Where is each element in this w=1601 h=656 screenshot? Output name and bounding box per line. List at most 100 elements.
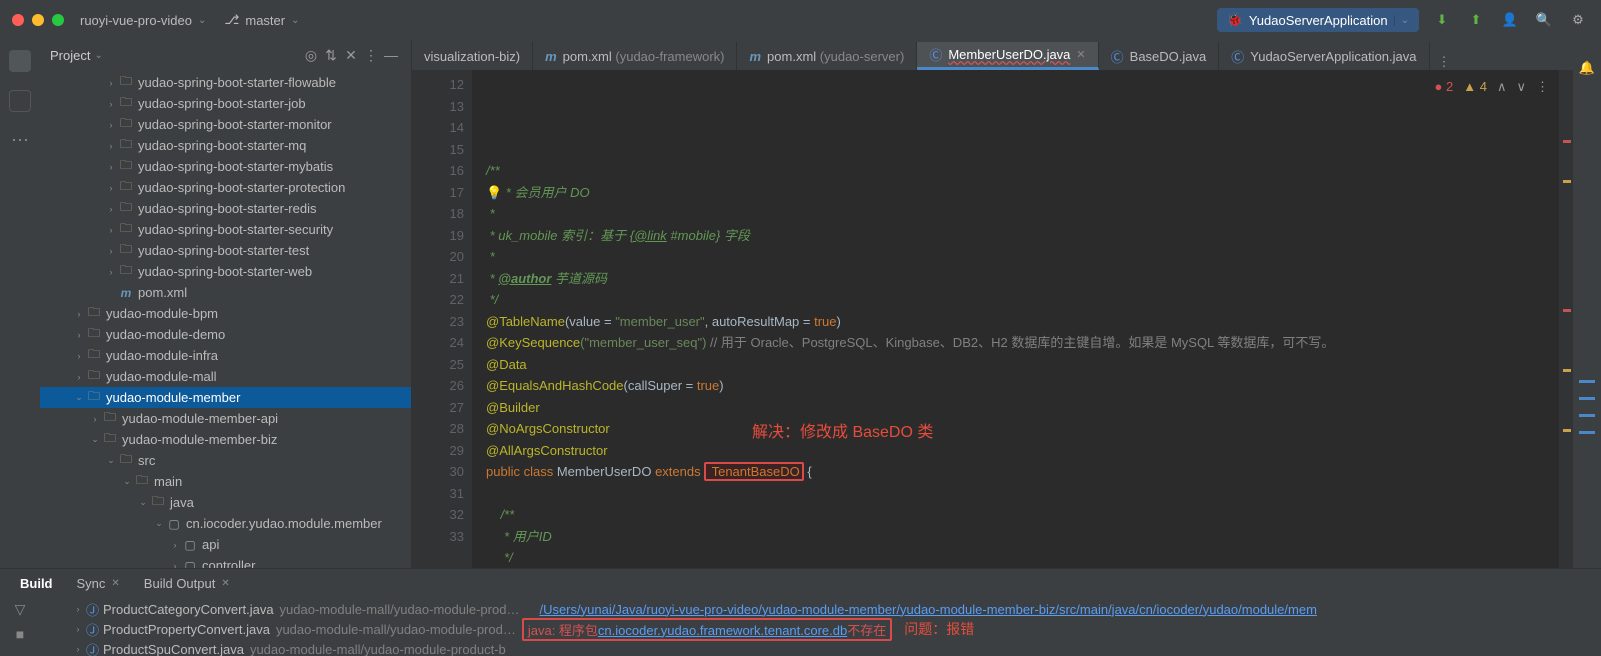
build-icon[interactable]: ⬆ [1465, 9, 1487, 31]
tree-twisty[interactable]: › [72, 309, 86, 319]
close-window-icon[interactable] [12, 14, 24, 26]
tree-item[interactable]: ›🗀yudao-spring-boot-starter-mq [40, 135, 411, 156]
close-icon[interactable]: ✕ [111, 578, 119, 589]
zoom-window-icon[interactable] [52, 14, 64, 26]
tree-item[interactable]: ⌄▢cn.iocoder.yudao.module.member [40, 513, 411, 534]
editor-tab[interactable]: visualization-biz) [412, 42, 533, 70]
tree-twisty[interactable]: › [70, 644, 86, 654]
tree-twisty[interactable]: › [72, 330, 86, 340]
build-tab[interactable]: Sync✕ [67, 572, 130, 595]
tree-item[interactable]: ›🗀yudao-module-demo [40, 324, 411, 345]
tree-twisty[interactable]: › [104, 183, 118, 193]
tree-item[interactable]: ⌄🗀src [40, 450, 411, 471]
expand-icon[interactable]: ⇅ [321, 47, 341, 64]
error-token[interactable]: TenantBaseDO [704, 462, 804, 481]
settings-icon[interactable]: ⚙ [1567, 9, 1589, 31]
error-stripe[interactable] [1559, 70, 1573, 568]
more-tabs-icon[interactable]: ⋮ [1430, 54, 1459, 70]
tree-twisty[interactable]: ⌄ [104, 455, 118, 466]
notifications-icon[interactable]: 🔔 [1579, 60, 1595, 76]
editor-tab[interactable]: ⒸYudaoServerApplication.java [1219, 42, 1429, 70]
tree-item[interactable]: ⌄🗀main [40, 471, 411, 492]
tree-twisty[interactable]: › [104, 78, 118, 88]
tree-twisty[interactable]: › [70, 624, 86, 634]
more-tools-icon[interactable]: ⋯ [11, 130, 29, 151]
build-row[interactable]: ›ⒿProductCategoryConvert.javayudao-modul… [40, 599, 1601, 619]
tree-twisty[interactable]: › [104, 246, 118, 256]
tree-item[interactable]: ›🗀yudao-spring-boot-starter-web [40, 261, 411, 282]
tree-item[interactable]: ⌄🗀yudao-module-member-biz [40, 429, 411, 450]
structure-tool-button[interactable] [9, 90, 31, 112]
tree-twisty[interactable]: › [168, 561, 182, 569]
tree-twisty[interactable]: ⌄ [120, 476, 134, 487]
tree-twisty[interactable]: ⌄ [72, 392, 86, 403]
project-tree[interactable]: ›🗀yudao-spring-boot-starter-flowable›🗀yu… [40, 70, 411, 568]
tree-twisty[interactable]: ⌄ [152, 518, 166, 529]
chevron-down-icon[interactable]: ⌄ [94, 50, 102, 61]
tree-item[interactable]: ›🗀yudao-spring-boot-starter-mybatis [40, 156, 411, 177]
build-output[interactable]: ›ⒿProductCategoryConvert.javayudao-modul… [40, 597, 1601, 656]
code-with-me-icon[interactable]: 👤 [1499, 9, 1521, 31]
build-tab[interactable]: Build [10, 572, 63, 595]
select-opened-icon[interactable]: ◎ [301, 47, 321, 64]
editor-tab[interactable]: ⒸBaseDO.java [1099, 42, 1220, 70]
build-tab[interactable]: Build Output✕ [134, 572, 240, 595]
tree-item[interactable]: ›🗀yudao-spring-boot-starter-redis [40, 198, 411, 219]
error-link[interactable]: /Users/yunai/Java/ruoyi-vue-pro-video/yu… [539, 602, 1316, 617]
tree-twisty[interactable]: › [70, 604, 86, 614]
tree-item[interactable]: ›🗀yudao-spring-boot-starter-flowable [40, 72, 411, 93]
tree-item[interactable]: ›🗀yudao-spring-boot-starter-monitor [40, 114, 411, 135]
tree-item[interactable]: ›🗀yudao-spring-boot-starter-job [40, 93, 411, 114]
tree-item[interactable]: ›🗀yudao-spring-boot-starter-test [40, 240, 411, 261]
tree-item[interactable]: mpom.xml [40, 282, 411, 303]
tree-item[interactable]: ›🗀yudao-module-bpm [40, 303, 411, 324]
close-tab-icon[interactable]: ✕ [1076, 48, 1085, 61]
tree-item[interactable]: ⌄🗀yudao-module-member [40, 387, 411, 408]
minimize-window-icon[interactable] [32, 14, 44, 26]
search-icon[interactable]: 🔍 [1533, 9, 1555, 31]
build-row[interactable]: ›ⒿProductPropertyConvert.javayudao-modul… [40, 619, 1601, 639]
collapse-icon[interactable]: ✕ [341, 47, 361, 64]
prev-highlight-icon[interactable]: ∧ [1497, 76, 1507, 98]
tree-twisty[interactable]: › [104, 141, 118, 151]
tree-twisty[interactable]: › [72, 372, 86, 382]
project-selector[interactable]: ruoyi-vue-pro-video ⌄ [80, 13, 206, 28]
hide-icon[interactable]: — [381, 47, 401, 63]
code-editor[interactable]: ● 2 ▲ 4 ∧ ∨ ⋮ /**💡 * 会员用户 DO * * uk_mobi… [472, 70, 1559, 568]
tree-item[interactable]: ›🗀yudao-spring-boot-starter-protection [40, 177, 411, 198]
tree-twisty[interactable]: ⌄ [88, 434, 102, 445]
tree-item[interactable]: ›🗀yudao-module-infra [40, 345, 411, 366]
filter-icon[interactable]: ▽ [15, 601, 26, 618]
editor-tab[interactable]: ⒸMemberUserDO.java✕ [917, 42, 1098, 70]
editor-tab[interactable]: mpom.xml (yudao-server) [737, 42, 917, 70]
inspection-menu-icon[interactable]: ⋮ [1536, 76, 1549, 98]
close-icon[interactable]: ✕ [221, 578, 229, 589]
tree-twisty[interactable]: › [104, 120, 118, 130]
update-icon[interactable]: ⬇ [1431, 9, 1453, 31]
stop-icon[interactable]: ■ [16, 626, 24, 642]
build-row[interactable]: ›ⒿProductSpuConvert.javayudao-module-mal… [40, 639, 1601, 656]
project-tool-title[interactable]: Project [50, 48, 90, 63]
tree-twisty[interactable]: › [104, 267, 118, 277]
tree-item[interactable]: ›🗀yudao-spring-boot-starter-security [40, 219, 411, 240]
tree-twisty[interactable]: ⌄ [136, 497, 150, 508]
vcs-branch[interactable]: ⎇ master ⌄ [224, 12, 299, 28]
inspection-widget[interactable]: ● 2 ▲ 4 ∧ ∨ ⋮ [1435, 76, 1549, 98]
tree-item[interactable]: ›🗀yudao-module-member-api [40, 408, 411, 429]
tree-twisty[interactable]: › [104, 162, 118, 172]
tree-twisty[interactable]: › [72, 351, 86, 361]
editor-tab[interactable]: mpom.xml (yudao-framework) [533, 42, 737, 70]
tree-item[interactable]: ›▢api [40, 534, 411, 555]
tree-item[interactable]: ›▢controller [40, 555, 411, 568]
options-icon[interactable]: ⋮ [361, 47, 381, 64]
tree-twisty[interactable]: › [104, 204, 118, 214]
project-tool-button[interactable] [9, 50, 31, 72]
tree-twisty[interactable]: › [104, 225, 118, 235]
next-highlight-icon[interactable]: ∨ [1516, 76, 1526, 98]
tree-twisty[interactable]: › [104, 99, 118, 109]
run-configuration[interactable]: 🐞 YudaoServerApplication ⌄ [1217, 8, 1419, 32]
tree-item[interactable]: ⌄🗀java [40, 492, 411, 513]
tree-item[interactable]: ›🗀yudao-module-mall [40, 366, 411, 387]
tree-twisty[interactable]: › [168, 540, 182, 550]
tree-twisty[interactable]: › [88, 414, 102, 424]
